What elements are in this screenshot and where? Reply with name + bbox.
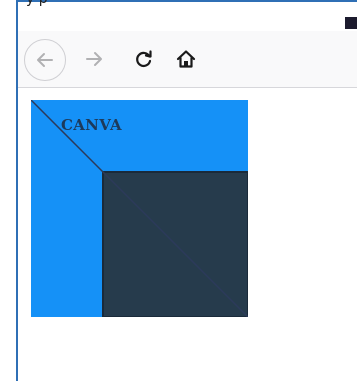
home-button[interactable]: [170, 43, 202, 75]
reload-icon: [136, 50, 152, 67]
window-title-fragment: y p: [26, 0, 48, 7]
home-icon: [176, 50, 196, 68]
arrow-right-icon: [86, 52, 102, 66]
back-button[interactable]: [24, 39, 66, 81]
forward-button[interactable]: [78, 43, 110, 75]
window-corner-control[interactable]: [345, 17, 357, 29]
canvas-text: CANVA: [61, 116, 122, 134]
browser-toolbar: [18, 31, 357, 88]
drawing-canvas[interactable]: CANVA: [30, 99, 249, 318]
reload-button[interactable]: [128, 43, 160, 75]
arrow-left-icon: [37, 53, 53, 67]
